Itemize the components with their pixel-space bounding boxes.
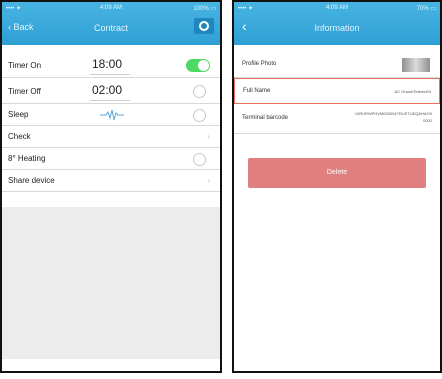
information-screen: •••• ✦ 4:09 AM 70% ▭ ‹ Information Profi…: [232, 0, 442, 373]
time-divider: [90, 100, 130, 101]
check-row[interactable]: Check ›: [2, 126, 220, 148]
share-device-row[interactable]: Share device ›: [2, 170, 220, 192]
battery-indicator: 70% ▭: [416, 6, 436, 12]
empty-area: [2, 207, 220, 359]
full-name-row[interactable]: Full Name AC Grand/Tetemri04: [234, 78, 440, 104]
sleep-label: Sleep: [8, 110, 29, 119]
timer-off-time[interactable]: 02:00: [92, 83, 122, 97]
chevron-right-icon: ›: [207, 176, 210, 185]
timer-on-toggle[interactable]: [186, 59, 210, 72]
page-title: Contract: [93, 23, 128, 33]
gear-icon: [199, 21, 209, 31]
status-time: 4:09 AM: [325, 5, 349, 11]
share-device-label: Share device: [8, 176, 55, 185]
battery-indicator: 100% ▭: [193, 6, 216, 12]
profile-photo-row[interactable]: Profile Photo: [234, 52, 440, 78]
carrier-signal: •••• ✦: [238, 6, 254, 12]
settings-button[interactable]: [194, 18, 214, 34]
sleep-toggle[interactable]: [193, 109, 206, 122]
nav-bar: •••• ✦ 4:09 AM 100% ▭ ‹ Back Contract: [2, 2, 220, 45]
full-name-label: Full Name: [243, 88, 271, 94]
heating-label: 8° Heating: [8, 154, 46, 163]
timer-on-label: Timer On: [8, 61, 42, 70]
profile-photo-thumbnail[interactable]: [402, 58, 430, 72]
heating-row[interactable]: 8° Heating: [2, 148, 220, 170]
status-bar: •••• ✦ 4:09 AM 70% ▭: [238, 5, 436, 14]
info-list: Profile Photo Full Name AC Grand/Tetemri…: [234, 52, 440, 134]
chevron-right-icon: ›: [207, 132, 210, 141]
timer-on-time[interactable]: 18:00: [92, 57, 122, 71]
timer-on-row[interactable]: Timer On 18:00: [2, 52, 220, 78]
settings-list: Timer On 18:00 Timer Off 02:00 Sleep Che…: [2, 52, 220, 192]
profile-photo-label: Profile Photo: [242, 61, 277, 67]
status-bar: •••• ✦ 4:09 AM 100% ▭: [6, 5, 216, 14]
time-divider: [90, 74, 130, 75]
device-settings-screen: •••• ✦ 4:09 AM 100% ▭ ‹ Back Contract Ti…: [0, 0, 222, 373]
status-time: 4:09 AM: [99, 5, 123, 11]
check-label: Check: [8, 132, 31, 141]
sleep-wave-icon: [100, 109, 124, 121]
timer-off-label: Timer Off: [8, 87, 41, 96]
full-name-value: AC Grand/Tetemri04: [394, 89, 431, 94]
terminal-barcode-label: Terminal barcode: [242, 115, 289, 121]
heating-toggle[interactable]: [193, 153, 206, 166]
carrier-signal: •••• ✦: [6, 6, 22, 12]
sleep-row[interactable]: Sleep: [2, 104, 220, 126]
timer-off-row[interactable]: Timer Off 02:00: [2, 78, 220, 104]
terminal-barcode-row: Terminal barcode rDRHRWPHVM0000047RUSTUE…: [234, 104, 440, 134]
terminal-barcode-value: rDRHRWPHVM0000047RUSTUEQAHAG9 0002: [355, 111, 432, 123]
nav-bar: •••• ✦ 4:09 AM 70% ▭ ‹ Information: [234, 2, 440, 45]
timer-off-toggle[interactable]: [193, 85, 206, 98]
page-title: Information: [314, 23, 360, 33]
delete-button[interactable]: Delete: [248, 158, 426, 188]
